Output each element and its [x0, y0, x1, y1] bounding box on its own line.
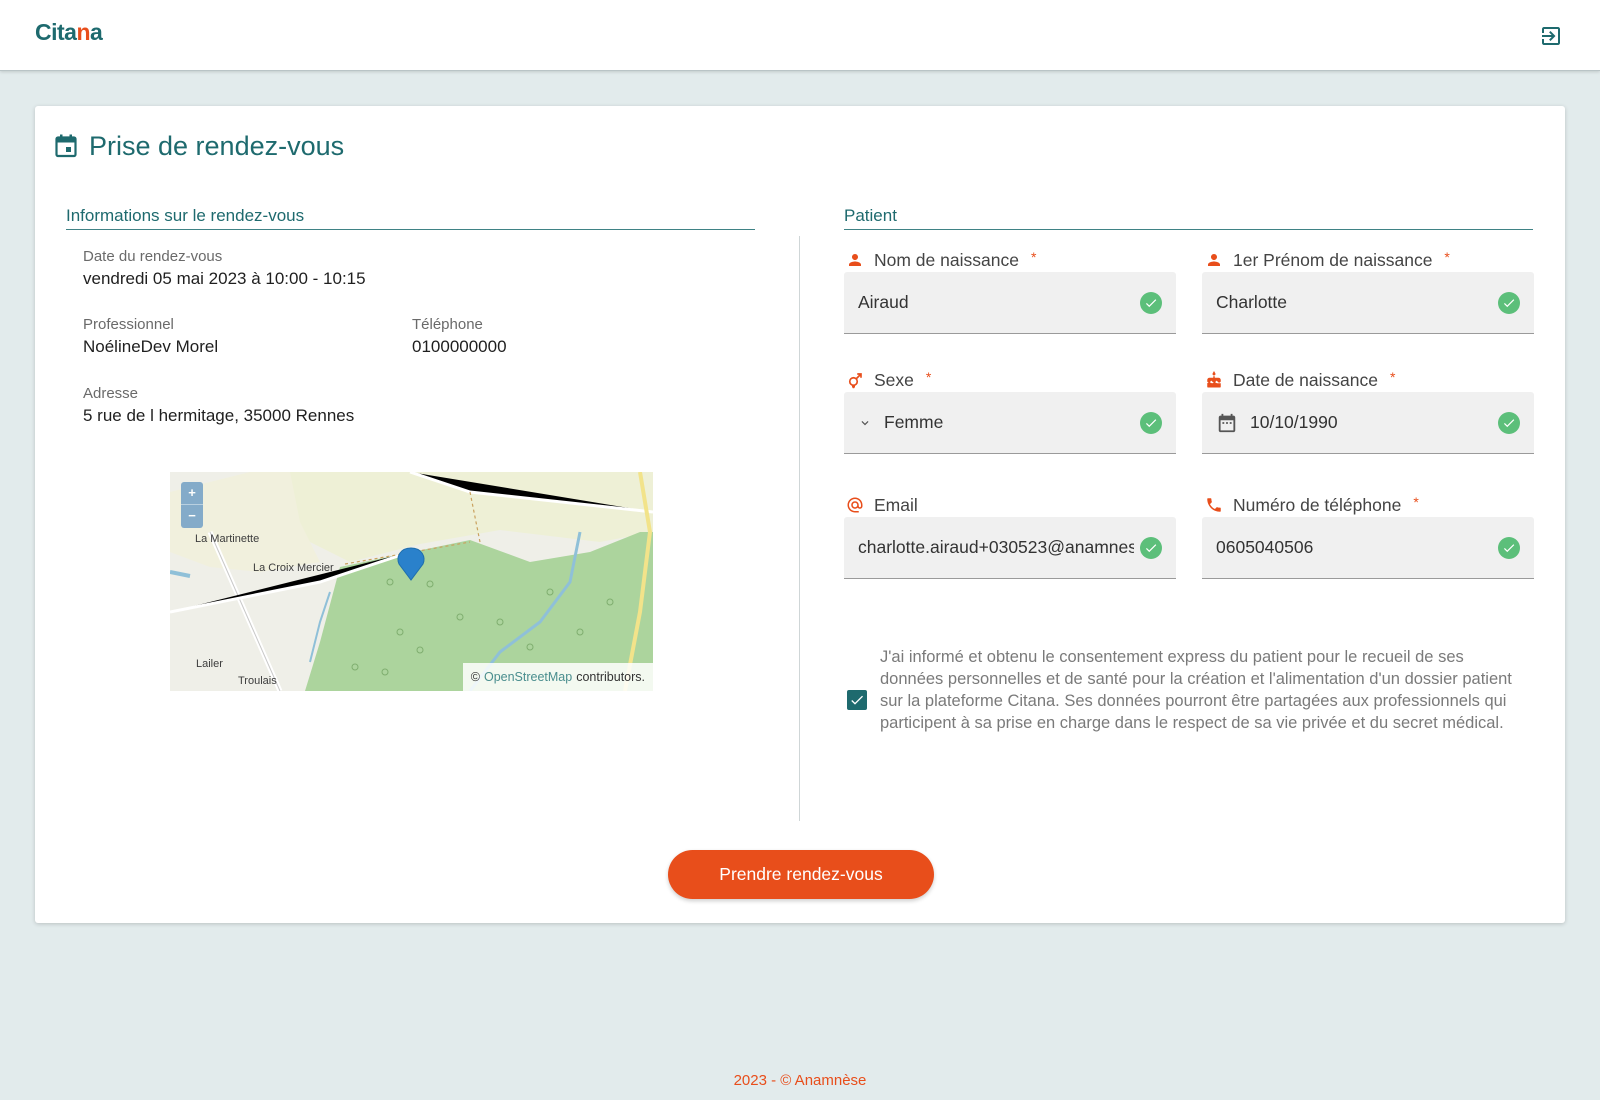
patient-phone-input[interactable]: 0605040506 [1202, 517, 1534, 579]
person-icon [1208, 254, 1220, 266]
sex-select[interactable]: Femme [844, 392, 1176, 454]
attribution-prefix: © [470, 670, 480, 684]
required-marker: * [1413, 494, 1419, 510]
first-name-value: Charlotte [1216, 292, 1288, 312]
phone-icon [1207, 498, 1221, 512]
sex-label: Sexe * [846, 368, 931, 392]
first-name-input[interactable]: Charlotte [1202, 272, 1534, 334]
required-marker: * [1389, 369, 1396, 385]
openstreetmap-link[interactable]: OpenStreetMap [484, 670, 572, 684]
zoom-out-button[interactable]: − [181, 504, 203, 526]
consent-text: J'ai informé et obtenu le consentement e… [880, 648, 1512, 732]
person-icon [849, 254, 861, 266]
required-marker: * [1444, 249, 1450, 265]
sex-label-text: Sexe [874, 369, 914, 390]
logout-icon [1542, 27, 1560, 45]
first-name-label-text: 1er Prénom de naissance [1233, 249, 1433, 270]
appointment-card: Prise de rendez-vous Informations sur le… [35, 106, 1565, 923]
birth-date-value: 10/10/1990 [1250, 412, 1338, 432]
last-name-value: Airaud [858, 292, 909, 312]
professional-value: NoélineDev Morel [83, 337, 219, 356]
check-circle-icon [1140, 536, 1162, 559]
checkmark-icon [851, 695, 863, 705]
phone-label: Téléphone [412, 316, 483, 333]
email-label: Email [846, 493, 918, 517]
map-tiles [170, 472, 653, 691]
map-zoom-control: + − [181, 482, 203, 528]
patient-section-title: Patient [844, 206, 1533, 230]
first-name-label: 1er Prénom de naissance * [1205, 248, 1450, 272]
consent-checkbox[interactable] [847, 690, 867, 710]
last-name-label-text: Nom de naissance [874, 249, 1019, 270]
attribution-suffix: contributors. [576, 670, 645, 684]
calendar-icon[interactable] [1216, 412, 1238, 434]
check-circle-icon [1498, 536, 1520, 559]
top-bar: Citana [0, 0, 1600, 71]
check-circle-icon [1140, 411, 1162, 434]
birth-date-label-text: Date de naissance [1233, 369, 1378, 390]
chevron-down-icon [858, 416, 872, 430]
zoom-in-button[interactable]: + [181, 482, 203, 504]
appointment-info-title: Informations sur le rendez-vous [66, 206, 755, 230]
gender-icon [848, 373, 862, 389]
map-place-label: La Martinette [195, 533, 260, 545]
professional-label: Professionnel [83, 316, 174, 333]
email-label-text: Email [874, 494, 918, 515]
app-logo[interactable]: Citana [35, 19, 103, 46]
last-name-input[interactable]: Airaud [844, 272, 1176, 334]
email-input[interactable]: charlotte.airaud+030523@anamnese [844, 517, 1176, 579]
logo-text: Cita [35, 19, 77, 45]
location-map[interactable]: La Martinette La Croix Mercier Lailer Tr… [170, 472, 653, 691]
logo-accent: n [76, 19, 91, 45]
address-value: 5 rue de l hermitage, 35000 Rennes [83, 406, 355, 425]
last-name-label: Nom de naissance * [846, 248, 1036, 272]
sex-value: Femme [884, 412, 944, 432]
book-appointment-button[interactable]: Prendre rendez-vous [668, 850, 934, 899]
address-label: Adresse [83, 385, 139, 402]
page-title-text: Prise de rendez-vous [89, 130, 345, 161]
patient-phone-value: 0605040506 [1216, 537, 1314, 557]
footer-text: 2023 - © Anamnèse [733, 1072, 867, 1089]
map-place-label: La Croix Mercier [253, 562, 334, 574]
logo-end: a [90, 19, 103, 45]
required-marker: * [925, 369, 932, 385]
patient-phone-label-text: Numéro de téléphone [1233, 494, 1402, 515]
birth-date-label: Date de naissance * [1205, 368, 1395, 392]
birth-date-input[interactable]: 10/10/1990 [1202, 392, 1534, 454]
date-label: Date du rendez-vous [83, 248, 223, 265]
calendar-icon [55, 134, 77, 158]
column-divider [799, 236, 800, 821]
at-icon [847, 497, 863, 513]
cake-icon [1206, 371, 1221, 388]
patient-phone-label: Numéro de téléphone * [1205, 493, 1419, 517]
check-circle-icon [1498, 291, 1520, 314]
check-circle-icon [1140, 291, 1162, 314]
page-title: Prise de rendez-vous [55, 126, 344, 166]
required-marker: * [1030, 249, 1037, 265]
date-value: vendredi 05 mai 2023 à 10:00 - 10:15 [83, 269, 366, 288]
map-place-label: Lailer [196, 658, 223, 670]
check-circle-icon [1498, 411, 1520, 434]
email-value: charlotte.airaud+030523@anamnese [858, 537, 1134, 557]
map-place-label: Troulais [238, 675, 277, 687]
map-attribution: © OpenStreetMap contributors. [462, 663, 653, 691]
logout-button[interactable] [1536, 21, 1566, 51]
phone-value: 0100000000 [412, 337, 507, 356]
